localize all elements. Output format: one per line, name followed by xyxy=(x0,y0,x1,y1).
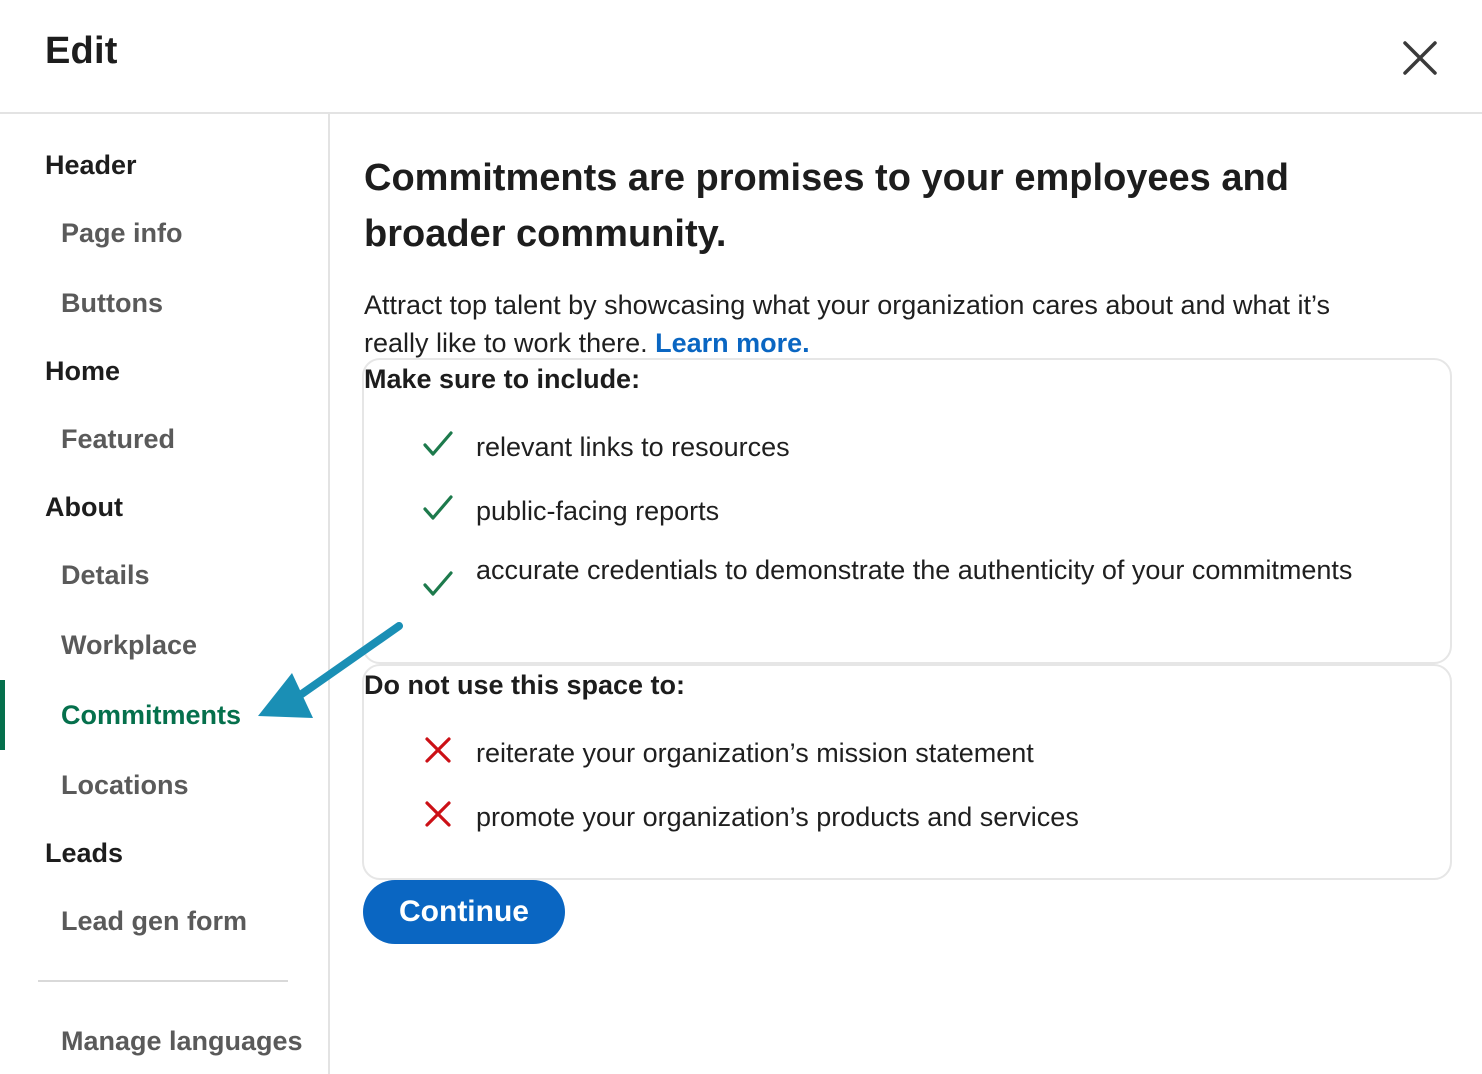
checkmark-icon xyxy=(423,431,453,456)
sidebar-divider xyxy=(38,980,288,982)
avoid-box-title: Do not use this space to: xyxy=(364,670,686,700)
cross-icon xyxy=(425,801,451,827)
include-box-title: Make sure to include: xyxy=(364,364,641,394)
sidebar-item-featured[interactable]: Featured xyxy=(61,424,175,455)
intro-paragraph: Attract top talent by showcasing what yo… xyxy=(364,286,1354,362)
close-icon xyxy=(1403,41,1437,75)
sidebar-item-manage-languages[interactable]: Manage languages xyxy=(61,1026,303,1057)
modal-title: Edit xyxy=(45,30,118,72)
avoid-box: Do not use this space to: reiterate your… xyxy=(362,664,1452,880)
sidebar-nav: Header Page info Buttons Home Featured A… xyxy=(0,114,330,1074)
learn-more-link[interactable]: Learn more. xyxy=(655,328,810,358)
cross-icon xyxy=(425,737,451,763)
include-item: public-facing reports xyxy=(476,496,720,526)
avoid-item: reiterate your organization’s mission st… xyxy=(476,738,1034,768)
sidebar-item-page-info[interactable]: Page info xyxy=(61,218,183,249)
sidebar-item-lead-gen-form[interactable]: Lead gen form xyxy=(61,906,247,937)
sidebar-section-about[interactable]: About xyxy=(45,492,123,523)
sidebar-section-header[interactable]: Header xyxy=(45,150,137,181)
sidebar-section-leads[interactable]: Leads xyxy=(45,838,123,869)
modal-header: Edit xyxy=(0,0,1482,114)
include-box: Make sure to include: relevant links to … xyxy=(362,358,1452,664)
checkmark-icon xyxy=(423,495,453,520)
sidebar-item-locations[interactable]: Locations xyxy=(61,770,189,801)
page-heading: Commitments are promises to your employe… xyxy=(364,157,1289,255)
close-button[interactable] xyxy=(1390,28,1450,88)
sidebar-item-details[interactable]: Details xyxy=(61,560,150,591)
include-item: accurate credentials to demonstrate the … xyxy=(476,555,1353,585)
sidebar-item-commitments[interactable]: Commitments xyxy=(61,700,241,731)
sidebar-section-home[interactable]: Home xyxy=(45,356,120,387)
include-item: relevant links to resources xyxy=(476,432,790,462)
checkmark-icon xyxy=(423,571,453,596)
sidebar-item-buttons[interactable]: Buttons xyxy=(61,288,163,319)
sidebar-item-workplace[interactable]: Workplace xyxy=(61,630,197,661)
continue-button[interactable]: Continue xyxy=(363,880,565,944)
avoid-item: promote your organization’s products and… xyxy=(476,802,1079,832)
intro-text: Attract top talent by showcasing what yo… xyxy=(364,290,1331,358)
active-indicator xyxy=(0,680,5,750)
